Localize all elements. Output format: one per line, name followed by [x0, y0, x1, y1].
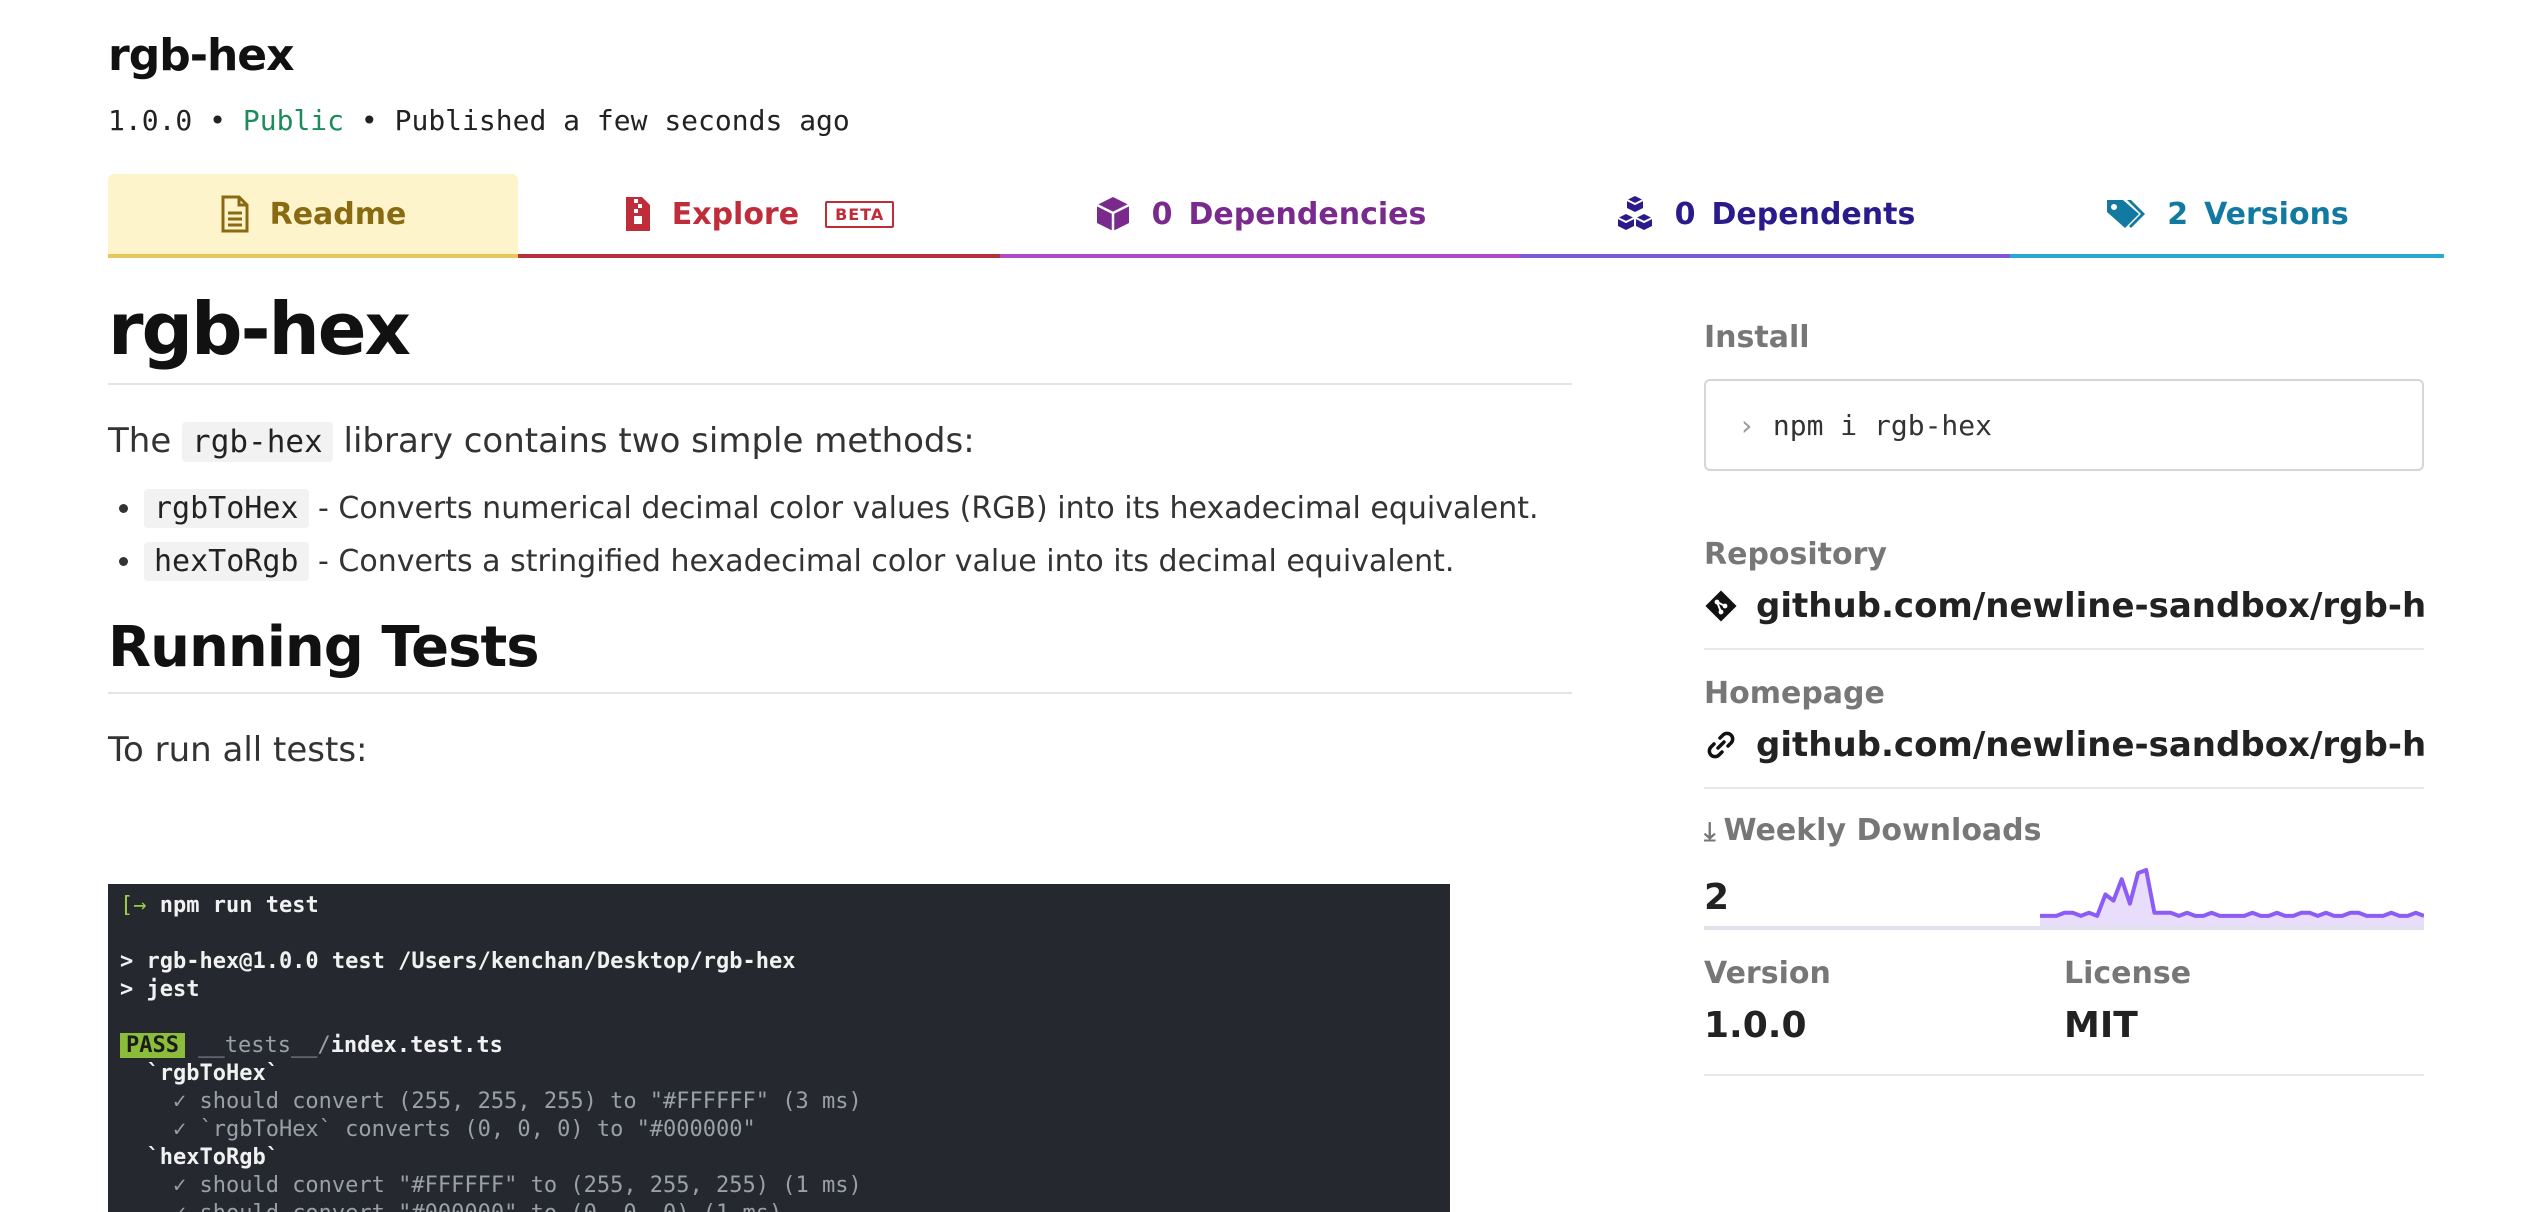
terminal-line: ✓ should convert "#FFFFFF" to (255, 255,… — [120, 1172, 1438, 1200]
terminal-screenshot: [→ npm run test > rgb-hex@1.0.0 test /Us… — [108, 884, 1450, 1212]
method-desc: - Converts a stringified hexadecimal col… — [308, 544, 1455, 580]
license-value: MIT — [2064, 1005, 2138, 1046]
beta-badge: BETA — [825, 200, 895, 228]
git-icon — [1704, 589, 1738, 623]
readme-intro: The rgb-hex library contains two simple … — [108, 421, 1572, 463]
downloads-label: ⤓ Weekly Downloads — [1704, 813, 2424, 848]
test-dir: __tests__/ — [198, 1033, 331, 1058]
method-desc: - Converts numerical decimal color value… — [308, 491, 1539, 527]
tab-dependencies-label: Dependencies — [1188, 196, 1427, 232]
terminal-line: `rgbToHex` — [120, 1060, 1438, 1088]
download-icon: ⤓ — [1704, 817, 1716, 847]
methods-list: rgbToHex - Converts numerical decimal co… — [108, 489, 1572, 582]
test-case: ✓ should convert "#000000" to (0, 0, 0) … — [173, 1201, 782, 1212]
downloads-label-text: Weekly Downloads — [1723, 813, 2042, 848]
version-block: Version 1.0.0 — [1704, 956, 2064, 1046]
terminal-line: PASS __tests__/index.test.ts — [120, 1032, 1438, 1060]
method-code: rgbToHex — [144, 489, 309, 529]
package-version: 1.0.0 — [108, 104, 193, 137]
terminal-line: > rgb-hex@1.0.0 test /Users/kenchan/Desk… — [120, 949, 796, 974]
tab-dependents[interactable]: 0 Dependents — [1520, 174, 2010, 258]
test-case: ✓ should convert "#FFFFFF" to (255, 255,… — [172, 1173, 862, 1198]
test-file: index.test.ts — [330, 1033, 503, 1058]
package-title: rgb-hex — [108, 30, 294, 81]
homepage-url: github.com/newline-sandbox/rgb-hex#r… — [1756, 725, 2424, 765]
repository-section: Repository github.com/newline-sandbox/rg… — [1704, 537, 2424, 650]
terminal-line: ✓ should convert (255, 255, 255) to "#FF… — [120, 1088, 1438, 1116]
terminal-line: ✓ should convert "#000000" to (0, 0, 0) … — [120, 1200, 1438, 1212]
intro-text: library contains two simple methods: — [332, 421, 975, 462]
pass-badge: PASS — [120, 1033, 185, 1058]
tab-explore-label: Explore — [671, 196, 800, 232]
tab-versions-label: Versions — [2204, 196, 2349, 232]
install-label: Install — [1704, 320, 1810, 355]
test-case: ✓ `rgbToHex` converts (0, 0, 0) to "#000… — [172, 1117, 756, 1142]
package-page: rgb-hex 1.0.0 • Public • Published a few… — [0, 0, 2546, 1212]
tab-readme-label: Readme — [269, 196, 407, 232]
tab-dependencies[interactable]: 0 Dependencies — [1000, 174, 1520, 258]
boxes-icon — [1615, 195, 1655, 233]
version-label: Version — [1704, 956, 1831, 991]
downloads-count: 2 — [1704, 877, 1730, 918]
downloads-sparkline[interactable] — [2040, 864, 2424, 926]
link-icon — [1704, 728, 1738, 762]
license-block: License MIT — [2064, 956, 2424, 1046]
package-sidebar: Install › npm i rgb-hex Repository githu… — [1704, 320, 2424, 1076]
homepage-link[interactable]: github.com/newline-sandbox/rgb-hex#r… — [1704, 725, 2424, 765]
prompt-icon: › — [1738, 408, 1755, 442]
inline-code: rgb-hex — [182, 422, 333, 463]
versions-count: 2 — [2167, 196, 2189, 232]
test-suite: `rgbToHex` — [146, 1061, 279, 1086]
terminal-line: `hexToRgb` — [120, 1144, 1438, 1172]
sparkline-line — [2040, 868, 2424, 918]
terminal-line: [→ npm run test — [120, 892, 1438, 920]
terminal-prompt: [→ — [120, 893, 160, 918]
install-section: Install › npm i rgb-hex — [1704, 320, 2424, 471]
downloads-section: ⤓ Weekly Downloads 2 — [1704, 813, 2424, 930]
test-suite: `hexToRgb` — [146, 1145, 279, 1170]
test-case: ✓ should convert (255, 255, 255) to "#FF… — [172, 1089, 862, 1114]
run-tests-text: To run all tests: — [108, 730, 368, 771]
license-label: License — [2064, 956, 2192, 991]
published-time: Published a few seconds ago — [394, 104, 850, 137]
dependents-count: 0 — [1674, 196, 1696, 232]
repository-url: github.com/newline-sandbox/rgb-hex — [1756, 586, 2424, 626]
repository-link[interactable]: github.com/newline-sandbox/rgb-hex — [1704, 586, 2424, 626]
method-code: hexToRgb — [144, 542, 309, 582]
install-command: npm i rgb-hex — [1772, 408, 1993, 442]
visibility-badge: Public — [242, 104, 345, 137]
list-item: rgbToHex - Converts numerical decimal co… — [144, 489, 1572, 529]
intro-text: The — [108, 421, 183, 462]
downloads-row: 2 — [1704, 864, 2424, 930]
tags-icon — [2105, 197, 2147, 231]
section-heading: Running Tests — [108, 615, 1572, 695]
version-license-section: Version 1.0.0 License MIT — [1704, 956, 2424, 1076]
homepage-section: Homepage github.com/newline-sandbox/rgb-… — [1704, 676, 2424, 789]
tab-readme[interactable]: Readme — [108, 174, 518, 258]
package-tabs: Readme Explore BETA 0 Dependencies 0 Dep… — [108, 174, 2444, 262]
install-command-box[interactable]: › npm i rgb-hex — [1704, 379, 2424, 471]
list-item: hexToRgb - Converts a stringified hexade… — [144, 542, 1572, 582]
tab-dependents-label: Dependents — [1711, 196, 1916, 232]
version-value: 1.0.0 — [1704, 1005, 1807, 1046]
tab-explore[interactable]: Explore BETA — [518, 174, 1000, 258]
meta-separator: • — [209, 104, 227, 137]
meta-separator: • — [360, 104, 378, 137]
dependencies-count: 0 — [1151, 196, 1173, 232]
box-icon — [1094, 195, 1132, 233]
zip-file-icon — [624, 195, 652, 233]
terminal-line: ✓ `rgbToHex` converts (0, 0, 0) to "#000… — [120, 1116, 1438, 1144]
terminal-command: npm run test — [159, 893, 319, 918]
repository-label: Repository — [1704, 537, 1887, 572]
terminal-line: > jest — [120, 977, 200, 1002]
readme-title: rgb-hex — [108, 289, 1572, 386]
readme-content: rgb-hex The rgb-hex library contains two… — [108, 289, 1572, 771]
file-text-icon — [220, 195, 250, 233]
homepage-label: Homepage — [1704, 676, 1885, 711]
package-meta: 1.0.0 • Public • Published a few seconds… — [108, 104, 850, 137]
tab-versions[interactable]: 2 Versions — [2010, 174, 2444, 258]
